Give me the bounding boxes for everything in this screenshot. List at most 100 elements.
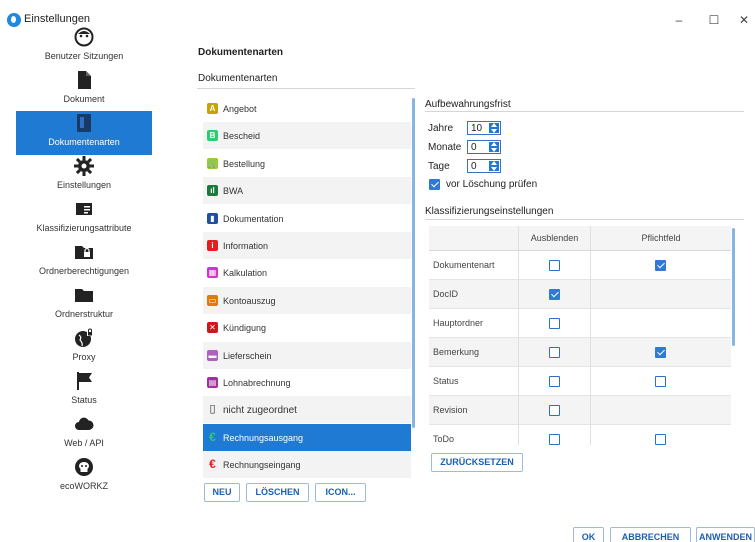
row-field-name: Status: [433, 376, 459, 386]
nav-item-web-api[interactable]: Web / API: [16, 412, 152, 456]
section-subtitle: Dokumentenarten: [198, 73, 278, 84]
divider: [590, 425, 591, 445]
list-item-label: Lieferschein: [223, 350, 272, 361]
years-label: Jahre: [428, 123, 454, 134]
euro-in-icon: €: [209, 457, 216, 472]
minimize-button[interactable]: –: [664, 9, 694, 31]
hide-checkbox[interactable]: [549, 347, 560, 358]
hide-checkbox[interactable]: [549, 405, 560, 416]
divider: [518, 251, 519, 279]
days-spinner[interactable]: 0: [467, 159, 501, 173]
nav-item-label: Benutzer Sitzungen: [44, 51, 124, 61]
months-spinner[interactable]: 0: [467, 140, 501, 154]
close-button[interactable]: ✕: [733, 9, 755, 31]
row-field-name: Dokumentenart: [433, 260, 495, 270]
divider: [425, 111, 744, 112]
list-item-label: Kündigung: [223, 323, 267, 334]
nav-item-dokumentenarten[interactable]: Dokumentenarten: [16, 111, 152, 155]
nav-item-dokument[interactable]: Dokument: [16, 68, 152, 112]
list-item[interactable]: ▬ Lieferschein: [203, 341, 411, 369]
ok-button[interactable]: OK: [573, 527, 604, 542]
required-checkbox[interactable]: [655, 260, 666, 271]
id-card-icon: [74, 199, 94, 219]
days-label: Tage: [428, 161, 450, 172]
nav-item-ecoworkz[interactable]: ecoWORKZ: [16, 455, 152, 499]
table-scrollbar[interactable]: [732, 228, 735, 346]
cancel-button[interactable]: ABBRECHEN: [610, 527, 691, 542]
new-button[interactable]: NEU: [204, 483, 240, 502]
list-item[interactable]: ▯ nicht zugeordnet: [203, 396, 411, 424]
list-item[interactable]: ▮ Dokumentation: [203, 205, 411, 232]
divider: [518, 226, 519, 250]
nav-item-benutzer-sitzungen[interactable]: Benutzer Sitzungen: [16, 25, 152, 69]
divider: [518, 367, 519, 395]
list-item[interactable]: A Angebot: [203, 95, 411, 122]
required-checkbox[interactable]: [655, 434, 666, 445]
divider: [590, 309, 591, 337]
cloud-icon: [74, 414, 94, 434]
offer-icon: A: [207, 103, 218, 114]
table-row: Hauptordner: [429, 309, 731, 338]
icon-button[interactable]: ICON...: [315, 483, 366, 502]
document-icon: [74, 70, 94, 90]
table-row: Bemerkung: [429, 338, 731, 367]
folder-icon: [74, 285, 94, 305]
list-item[interactable]: ıl BWA: [203, 177, 411, 205]
hide-checkbox[interactable]: [549, 434, 560, 445]
book-icon: ▮: [207, 212, 218, 224]
table-row: Revision: [429, 396, 731, 425]
list-scrollbar[interactable]: [412, 98, 415, 428]
list-item-label: Kontoauszug: [223, 295, 276, 306]
list-item[interactable]: € Rechnungsausgang: [203, 423, 411, 451]
list-item[interactable]: ▤ Lohnabrechnung: [203, 369, 411, 396]
nav-item-label: Status: [71, 395, 97, 405]
list-item-label: Angebot: [223, 104, 257, 114]
nav-item-proxy[interactable]: Proxy: [16, 326, 152, 370]
list-item-label: nicht zugeordnet: [223, 405, 297, 417]
list-item[interactable]: ▭ Kontoauszug: [203, 286, 411, 314]
list-item-label: Lohnabrechnung: [223, 378, 291, 388]
hide-checkbox[interactable]: [549, 289, 560, 300]
nav-item-einstellungen[interactable]: Einstellungen: [16, 154, 152, 198]
column-header: Ausblenden: [530, 233, 579, 243]
nav-item-label: Dokumentenarten: [48, 137, 120, 147]
required-checkbox[interactable]: [655, 347, 666, 358]
spinner-arrows-icon[interactable]: [489, 161, 499, 171]
list-item[interactable]: i Information: [203, 232, 411, 259]
nav-item-status[interactable]: Status: [16, 369, 152, 413]
bank-card-icon: ▭: [207, 294, 218, 306]
maximize-button[interactable]: ☐: [699, 9, 729, 31]
nav-item-ordnerberechtigungen[interactable]: Ordnerberechtigungen: [16, 240, 152, 284]
list-item[interactable]: ✕ Kündigung: [203, 314, 411, 341]
row-field-name: Revision: [433, 405, 468, 415]
retention-heading: Aufbewahrungsfrist: [425, 99, 511, 110]
list-item-label: Rechnungsausgang: [223, 432, 304, 443]
list-item[interactable]: 🛒 Bestellung: [203, 150, 411, 177]
nav-item-label: Dokument: [63, 94, 105, 104]
hide-checkbox[interactable]: [549, 318, 560, 329]
check-before-delete-checkbox[interactable]: [429, 179, 440, 190]
nav-item-label: ecoWORKZ: [59, 481, 108, 491]
document-type-list[interactable]: A Angebot B Bescheid 🛒 Bestellung ıl BWA ▮ Dokume…: [203, 95, 411, 478]
list-item-label: Kalkulation: [223, 268, 268, 279]
nav-item-ordnerstruktur[interactable]: Ordnerstruktur: [16, 283, 152, 327]
spinner-arrows-icon[interactable]: [489, 123, 499, 133]
hide-checkbox[interactable]: [549, 376, 560, 387]
hide-checkbox[interactable]: [549, 260, 560, 271]
divider: [518, 396, 519, 424]
list-item-label: BWA: [223, 186, 244, 197]
list-item[interactable]: € Rechnungseingang: [203, 451, 411, 478]
years-spinner[interactable]: 10: [467, 121, 501, 135]
list-item[interactable]: ▦ Kalkulation: [203, 259, 411, 286]
divider: [518, 338, 519, 366]
spinner-arrows-icon[interactable]: [489, 142, 499, 152]
user-face-icon: [74, 27, 94, 47]
list-item[interactable]: B Bescheid: [203, 122, 411, 150]
flag-icon: [74, 371, 94, 391]
delete-button[interactable]: LÖSCHEN: [246, 483, 309, 502]
required-checkbox[interactable]: [655, 376, 666, 387]
blank-document-icon: ▯: [209, 403, 216, 416]
nav-item-klassifizierungsattribute[interactable]: Klassifizierungsattribute: [16, 197, 152, 241]
apply-button[interactable]: ANWENDEN: [696, 527, 755, 542]
reset-button[interactable]: ZURÜCKSETZEN: [431, 453, 523, 472]
